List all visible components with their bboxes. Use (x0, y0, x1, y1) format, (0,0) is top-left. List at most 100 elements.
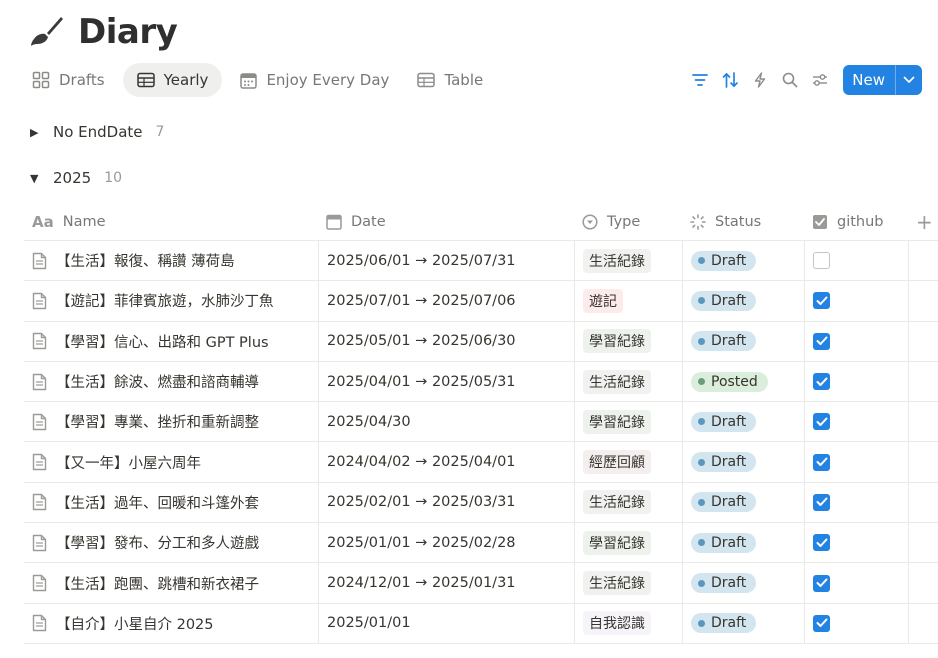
name-cell[interactable]: 【學習】信心、出路和 GPT Plus (24, 322, 318, 361)
type-cell[interactable]: 自我認識 (574, 603, 682, 643)
status-cell[interactable]: Draft (682, 442, 804, 482)
github-cell[interactable] (804, 281, 908, 321)
github-cell[interactable] (804, 241, 908, 281)
name-cell[interactable]: 【生活】餘波、燃盡和諮商輔導 (24, 362, 318, 401)
date-cell[interactable]: 2025/05/01 → 2025/06/30 (318, 321, 574, 361)
row-name[interactable]: 【生活】報復、稱讚 薄荷島 (56, 250, 235, 271)
row-name[interactable]: 【生活】餘波、燃盡和諮商輔導 (56, 371, 259, 392)
date-cell[interactable]: 2024/04/02 → 2025/04/01 (318, 442, 574, 482)
date-cell[interactable]: 2025/07/01 → 2025/07/06 (318, 281, 574, 321)
table-row[interactable]: 【學習】信心、出路和 GPT Plus 2025/05/01 → 2025/06/… (24, 321, 938, 362)
github-cell[interactable] (804, 321, 908, 361)
row-name[interactable]: 【又一年】小屋六周年 (56, 452, 201, 473)
table-row[interactable]: 【遊記】菲律賓旅遊，水肺沙丁魚 2025/07/01 → 2025/07/06 遊記… (24, 281, 938, 322)
date-cell[interactable]: 2025/02/01 → 2025/03/31 (318, 482, 574, 523)
github-cell[interactable] (804, 603, 908, 643)
status-cell[interactable]: Draft (682, 241, 804, 281)
date-cell[interactable]: 2025/01/01 → 2025/02/28 (318, 523, 574, 563)
tab-drafts[interactable]: Drafts (22, 63, 115, 97)
github-cell[interactable] (804, 563, 908, 603)
type-cell[interactable]: 經歷回顧 (574, 442, 682, 482)
date-cell[interactable]: 2025/04/30 (318, 402, 574, 442)
row-name[interactable]: 【學習】專業、挫折和重新調整 (56, 411, 259, 432)
tab-yearly[interactable]: Yearly (122, 63, 223, 97)
status-cell[interactable]: Posted (682, 361, 804, 402)
group-2025[interactable]: ▼ 2025 10 (30, 169, 122, 187)
table-row[interactable]: 【學習】專業、挫折和重新調整 2025/04/30 學習紀錄 Draft (24, 402, 938, 443)
type-cell[interactable]: 生活紀錄 (574, 241, 682, 281)
add-property-button[interactable]: + (908, 203, 938, 240)
automation-button[interactable] (745, 65, 775, 95)
table-row[interactable]: 【生活】跑團、跳槽和新衣裙子 2024/12/01 → 2025/01/31 生活紀… (24, 563, 938, 604)
status-cell[interactable]: Draft (682, 563, 804, 603)
github-cell[interactable] (804, 523, 908, 563)
table-row[interactable]: 【生活】過年、回暖和斗篷外套 2025/02/01 → 2025/03/31 生活紀… (24, 482, 938, 524)
new-options-button[interactable] (896, 76, 922, 84)
sort-button[interactable] (715, 65, 745, 95)
column-header-status[interactable]: Status (682, 203, 804, 240)
status-cell[interactable]: Draft (682, 603, 804, 643)
github-checkbox[interactable] (813, 252, 830, 270)
table-row[interactable]: 【生活】報復、稱讚 薄荷島 2025/06/01 → 2025/07/31 生活紀錄… (24, 241, 938, 282)
date-cell[interactable]: 2025/04/01 → 2025/05/31 (318, 361, 574, 402)
row-name[interactable]: 【自介】小星自介 2025 (56, 613, 214, 634)
github-checkbox[interactable] (813, 534, 830, 552)
table-row[interactable]: 【又一年】小屋六周年 2024/04/02 → 2025/04/01 經歷回顧 Dra… (24, 442, 938, 483)
name-cell[interactable]: 【生活】跑團、跳槽和新衣裙子 (24, 563, 318, 602)
row-name[interactable]: 【學習】信心、出路和 GPT Plus (56, 331, 269, 352)
collapse-triangle-icon[interactable]: ▼ (30, 172, 44, 185)
type-cell[interactable]: 學習紀錄 (574, 523, 682, 563)
type-cell[interactable]: 遊記 (574, 281, 682, 321)
row-name[interactable]: 【生活】過年、回暖和斗篷外套 (56, 492, 259, 513)
page-title[interactable]: Diary (78, 12, 178, 52)
status-cell[interactable]: Draft (682, 281, 804, 321)
filter-button[interactable] (685, 65, 715, 95)
name-cell[interactable]: 【生活】報復、稱讚 薄荷島 (24, 241, 318, 280)
table-row[interactable]: 【自介】小星自介 2025 2025/01/01 自我認識 Draft (24, 603, 938, 644)
status-cell[interactable]: Draft (682, 523, 804, 563)
type-cell[interactable]: 生活紀錄 (574, 482, 682, 523)
name-cell[interactable]: 【自介】小星自介 2025 (24, 604, 318, 643)
paintbrush-icon[interactable] (28, 14, 64, 50)
table-row[interactable]: 【生活】餘波、燃盡和諮商輔導 2025/04/01 → 2025/05/31 生活紀… (24, 361, 938, 403)
github-cell[interactable] (804, 442, 908, 482)
github-checkbox[interactable] (813, 574, 830, 592)
date-cell[interactable]: 2025/06/01 → 2025/07/31 (318, 241, 574, 281)
github-cell[interactable] (804, 482, 908, 523)
type-cell[interactable]: 學習紀錄 (574, 402, 682, 442)
name-cell[interactable]: 【遊記】菲律賓旅遊，水肺沙丁魚 (24, 281, 318, 320)
github-cell[interactable] (804, 361, 908, 402)
github-cell[interactable] (804, 402, 908, 442)
date-cell[interactable]: 2024/12/01 → 2025/01/31 (318, 563, 574, 603)
search-button[interactable] (775, 65, 805, 95)
tab-table[interactable]: Table (407, 63, 493, 97)
github-checkbox[interactable] (813, 493, 830, 511)
github-checkbox[interactable] (813, 373, 830, 391)
type-cell[interactable]: 生活紀錄 (574, 563, 682, 603)
row-name[interactable]: 【生活】跑團、跳槽和新衣裙子 (56, 573, 259, 594)
name-cell[interactable]: 【又一年】小屋六周年 (24, 442, 318, 481)
github-checkbox[interactable] (813, 413, 830, 431)
name-cell[interactable]: 【學習】發布、分工和多人遊戲 (24, 523, 318, 562)
table-row[interactable]: 【學習】發布、分工和多人遊戲 2025/01/01 → 2025/02/28 學習紀… (24, 523, 938, 564)
github-checkbox[interactable] (813, 332, 830, 350)
group-no-enddate[interactable]: ▶ No EndDate 7 (30, 123, 164, 141)
row-name[interactable]: 【遊記】菲律賓旅遊，水肺沙丁魚 (56, 290, 274, 311)
new-button-label[interactable]: New (843, 71, 895, 89)
name-cell[interactable]: 【生活】過年、回暖和斗篷外套 (24, 483, 318, 522)
type-cell[interactable]: 學習紀錄 (574, 321, 682, 361)
row-name[interactable]: 【學習】發布、分工和多人遊戲 (56, 532, 259, 553)
column-header-type[interactable]: Type (574, 203, 682, 240)
type-cell[interactable]: 生活紀錄 (574, 361, 682, 402)
status-cell[interactable]: Draft (682, 482, 804, 523)
github-checkbox[interactable] (813, 614, 830, 632)
date-cell[interactable]: 2025/01/01 (318, 603, 574, 643)
column-header-name[interactable]: Aa Name (24, 203, 318, 240)
name-cell[interactable]: 【學習】專業、挫折和重新調整 (24, 402, 318, 441)
github-checkbox[interactable] (813, 453, 830, 471)
tab-enjoy-every-day[interactable]: Enjoy Every Day (230, 63, 399, 97)
view-settings-button[interactable] (805, 65, 835, 95)
github-checkbox[interactable] (813, 292, 830, 310)
column-header-github[interactable]: github (804, 203, 908, 240)
status-cell[interactable]: Draft (682, 402, 804, 442)
